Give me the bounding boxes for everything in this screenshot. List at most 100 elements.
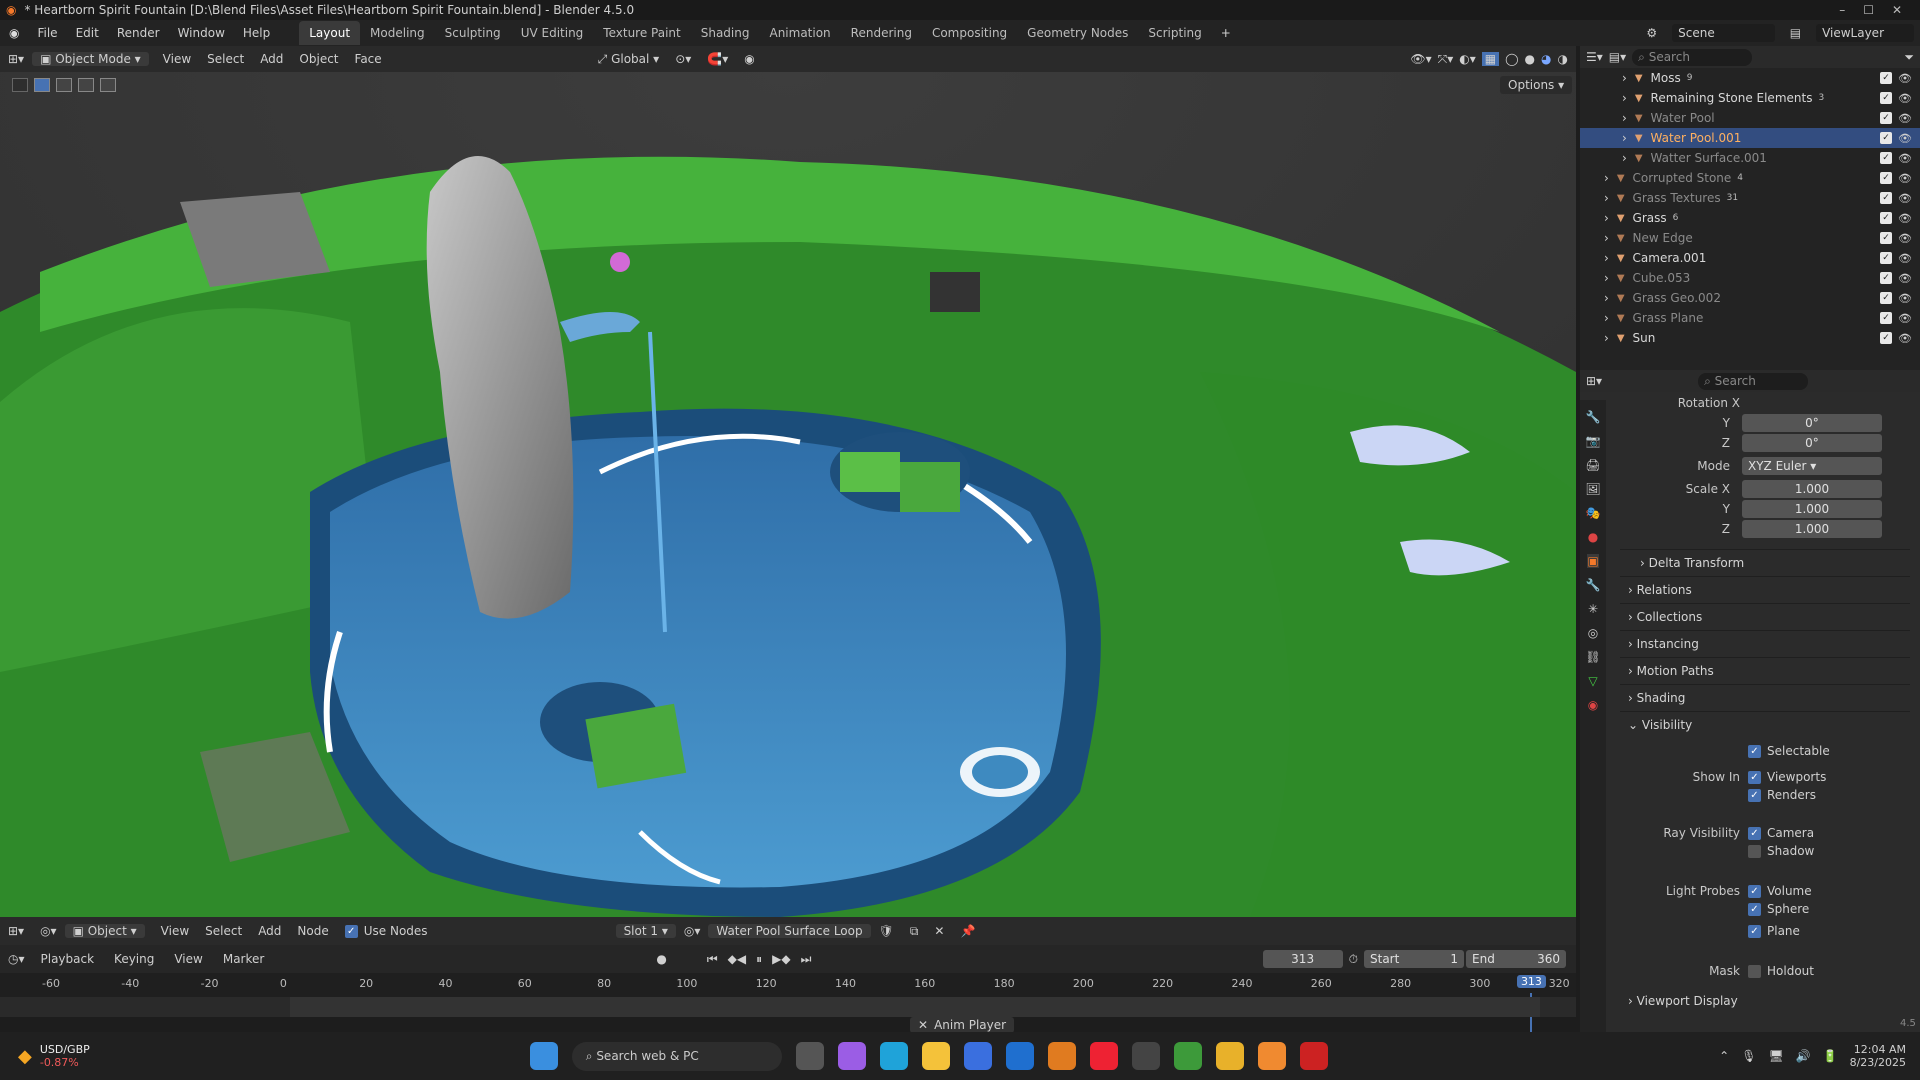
shader-menu-node[interactable]: Node (289, 924, 336, 938)
viewport-menu-object[interactable]: Object (291, 52, 346, 66)
close-icon[interactable]: ✕ (918, 1018, 928, 1032)
terminal-icon[interactable] (1131, 1042, 1160, 1070)
expand-chevron-icon[interactable]: › (1604, 171, 1609, 185)
store-icon[interactable] (963, 1042, 992, 1070)
menu-help[interactable]: Help (234, 26, 279, 40)
end-frame-field[interactable]: End 360 (1466, 950, 1566, 968)
window-controls[interactable]: –☐✕ (1839, 3, 1920, 17)
expand-chevron-icon[interactable]: › (1604, 331, 1609, 345)
scene-tab-icon[interactable]: 🎭 (1586, 506, 1601, 520)
current-frame-field[interactable]: 313 (1262, 950, 1343, 968)
volume-icon[interactable]: 🔊 (1796, 1049, 1811, 1063)
material-name-field[interactable]: Water Pool Surface Loop (708, 924, 871, 938)
snap-icon[interactable]: 🧲▾ (699, 52, 736, 66)
expand-chevron-icon[interactable]: › (1604, 271, 1609, 285)
panel-visibility[interactable]: ⌄ Visibility (1620, 711, 1910, 738)
constraints-tab-icon[interactable]: ⛓ (1585, 650, 1600, 664)
exclude-checkbox[interactable]: ✓ (1880, 231, 1893, 244)
panel-collections[interactable]: › Collections (1620, 603, 1910, 630)
exclude-checkbox[interactable]: ✓ (1880, 311, 1893, 324)
unlink-material-icon[interactable]: ✕ (926, 924, 952, 938)
options-dropdown[interactable]: Options ▾ (1500, 76, 1573, 94)
tab-layout[interactable]: Layout (299, 21, 361, 45)
duplicate-material-icon[interactable]: ⧉ (902, 924, 927, 939)
select-tool-icon[interactable] (12, 78, 28, 92)
tab-uv-editing[interactable]: UV Editing (511, 26, 594, 40)
outliner-item[interactable]: › ▼ Grass Plane ✓ 👁 (1580, 308, 1920, 328)
start-frame-field[interactable]: Start 1 (1364, 950, 1464, 968)
material-browse-icon[interactable]: ◎▾ (676, 924, 709, 938)
scene-name[interactable]: Scene (1672, 24, 1775, 42)
outliner-display-icon[interactable]: ▤▾ (1609, 50, 1626, 64)
expand-chevron-icon[interactable]: › (1604, 191, 1609, 205)
3d-viewport[interactable]: Options ▾ (0, 72, 1576, 917)
expand-chevron-icon[interactable]: › (1604, 291, 1609, 305)
expand-chevron-icon[interactable]: › (1622, 151, 1627, 165)
pivot-icon[interactable]: ⊙▾ (667, 52, 699, 66)
tab-compositing[interactable]: Compositing (922, 26, 1017, 40)
viewport-display-panel[interactable]: › Viewport Display (1620, 994, 1910, 1016)
properties-editor-icon[interactable]: ⊞▾ (1586, 374, 1602, 388)
outliner-item[interactable]: › ▼ Cube.053 ✓ 👁 (1580, 268, 1920, 288)
outliner-item[interactable]: › ▼ Grass 6 ✓ 👁 (1580, 208, 1920, 228)
outliner-item[interactable]: › ▼ New Edge ✓ 👁 (1580, 228, 1920, 248)
shader-menu-select[interactable]: Select (197, 924, 250, 938)
viewport-menu-add[interactable]: Add (252, 52, 291, 66)
expand-chevron-icon[interactable]: › (1622, 71, 1627, 85)
select-extend-icon[interactable] (56, 78, 72, 92)
copilot-icon[interactable] (837, 1042, 866, 1070)
pin-icon[interactable]: 📌 (952, 924, 983, 938)
tab-modeling[interactable]: Modeling (360, 26, 435, 40)
fake-user-icon[interactable]: 🛡 (871, 924, 902, 938)
menu-render[interactable]: Render (108, 26, 169, 40)
expand-chevron-icon[interactable]: › (1622, 131, 1627, 145)
exclude-checkbox[interactable]: ✓ (1880, 91, 1893, 104)
outliner-item[interactable]: › ▼ Grass Textures 31 ✓ 👁 (1580, 188, 1920, 208)
eye-icon[interactable]: 👁 (1898, 132, 1912, 145)
timeline-body[interactable] (0, 997, 1576, 1017)
exclude-checkbox[interactable]: ✓ (1880, 271, 1893, 284)
timeline-menu-view[interactable]: View (166, 952, 210, 966)
menu-edit[interactable]: Edit (67, 26, 108, 40)
outliner-item[interactable]: › ▼ Remaining Stone Elements 3 ✓ 👁 (1580, 88, 1920, 108)
eye-icon[interactable]: 👁 (1898, 92, 1912, 105)
timeline-ruler[interactable]: -60 -40 -20 0 20 40 60 80 100 120 140 160 180 200 220 2… (0, 973, 1576, 1033)
file-explorer-icon[interactable] (921, 1042, 950, 1070)
recorder-icon[interactable] (1299, 1042, 1328, 1070)
shader-menu-view[interactable]: View (153, 924, 197, 938)
play-icon[interactable]: ⏸ (756, 952, 762, 967)
select-intersect-icon[interactable] (100, 78, 116, 92)
eye-icon[interactable]: 👁 (1898, 212, 1912, 225)
eye-icon[interactable]: 👁 (1898, 72, 1912, 85)
shader-editor-icon[interactable]: ⊞▾ (0, 924, 32, 938)
expand-chevron-icon[interactable]: › (1604, 211, 1609, 225)
panel-motion-paths[interactable]: › Motion Paths (1620, 657, 1910, 684)
task-view-icon[interactable] (795, 1042, 824, 1070)
outlook-icon[interactable] (1005, 1042, 1034, 1070)
proportional-edit-icon[interactable]: ◉ (736, 52, 762, 66)
rotation-z-field[interactable]: 0° (1742, 434, 1882, 452)
viewport-menu-select[interactable]: Select (199, 52, 252, 66)
orientation-dropdown[interactable]: ⤢ Global ▾ (590, 52, 668, 67)
xray-icon[interactable]: ▦ (1481, 52, 1500, 66)
tab-texture-paint[interactable]: Texture Paint (593, 26, 690, 40)
camera-checkbox[interactable]: ✓ (1748, 827, 1761, 840)
plane-checkbox[interactable]: ✓ (1748, 925, 1761, 938)
taskbar-search[interactable]: ⌕ Search web & PC (571, 1041, 782, 1071)
renders-checkbox[interactable]: ✓ (1748, 789, 1761, 802)
jump-end-icon[interactable]: ⏭ (801, 952, 812, 967)
eye-icon[interactable]: 👁 (1898, 252, 1912, 265)
clock[interactable]: 12:04 AM 8/23/2025 (1850, 1043, 1906, 1069)
timeline-menu-keying[interactable]: Keying (106, 952, 162, 966)
outliner-item[interactable]: › ▼ Water Pool ✓ 👁 (1580, 108, 1920, 128)
scale-y-field[interactable]: 1.000 (1742, 500, 1882, 518)
anim-player-bar[interactable]: ✕ Anim Player (910, 1017, 1015, 1033)
blender-taskbar-icon[interactable] (1047, 1042, 1076, 1070)
jump-key-next-icon[interactable]: ▶◆ (772, 952, 790, 966)
filter-icon[interactable]: ⏷ (1904, 50, 1914, 65)
exclude-checkbox[interactable]: ✓ (1880, 331, 1893, 344)
viewport-menu-face[interactable]: Face (347, 52, 390, 66)
visibility-icon[interactable]: 👁▾ (1410, 52, 1431, 66)
shader-object-dropdown[interactable]: ▣ Object ▾ (64, 924, 145, 938)
output-tab-icon[interactable]: 🖨 (1585, 458, 1600, 472)
